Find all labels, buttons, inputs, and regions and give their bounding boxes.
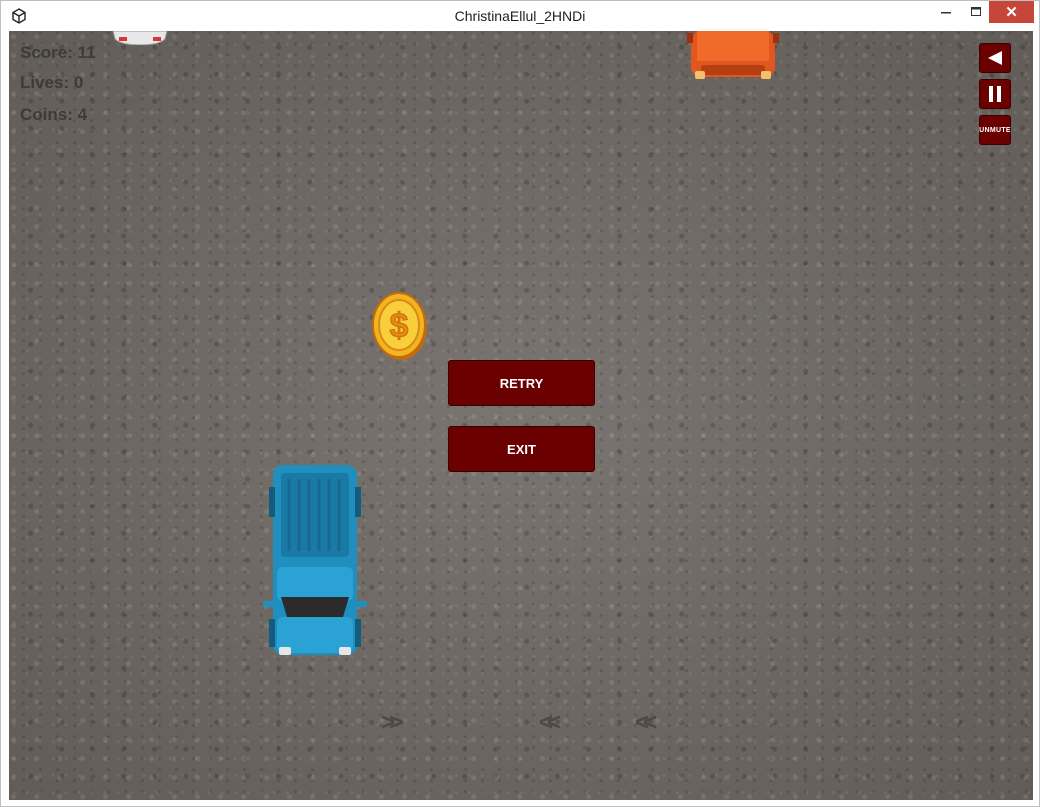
retry-button[interactable]: RETRY (448, 360, 595, 406)
svg-text:$: $ (390, 307, 409, 345)
window-title: ChristinaEllul_2HNDi (454, 8, 586, 24)
back-button[interactable] (979, 43, 1011, 73)
exit-button[interactable]: EXIT (448, 426, 595, 472)
score-label: Score: 11 (20, 43, 96, 62)
maximize-button[interactable] (961, 1, 991, 23)
unmute-button[interactable]: UNMUTE (979, 115, 1011, 145)
minimize-icon (941, 12, 951, 14)
close-button[interactable]: ✕ (989, 1, 1034, 23)
close-icon: ✕ (1005, 4, 1018, 21)
game-viewport[interactable]: $ >> << << Score: 11 Lives: 0 Coins: 4 U… (9, 31, 1033, 800)
pause-button[interactable] (979, 79, 1011, 109)
lives-label: Lives: 0 (20, 73, 84, 92)
back-triangle-icon (988, 51, 1002, 65)
road-marking-1: >> (381, 709, 403, 736)
app-window: ChristinaEllul_2HNDi ✕ $ >> << << Score:… (0, 0, 1040, 807)
orange-car-sprite (687, 31, 779, 79)
road-marking-2: << (539, 709, 561, 736)
maximize-icon (971, 7, 981, 16)
minimize-button[interactable] (931, 1, 961, 23)
title-bar: ChristinaEllul_2HNDi ✕ (1, 1, 1039, 31)
coins-label: Coins: 4 (20, 105, 88, 124)
dollar-coin-sprite: $ (372, 292, 427, 360)
blue-pickup-truck-sprite (263, 465, 367, 655)
road-marking-3: << (635, 709, 657, 736)
white-car-sprite (112, 31, 168, 45)
pause-icon (989, 86, 1001, 102)
